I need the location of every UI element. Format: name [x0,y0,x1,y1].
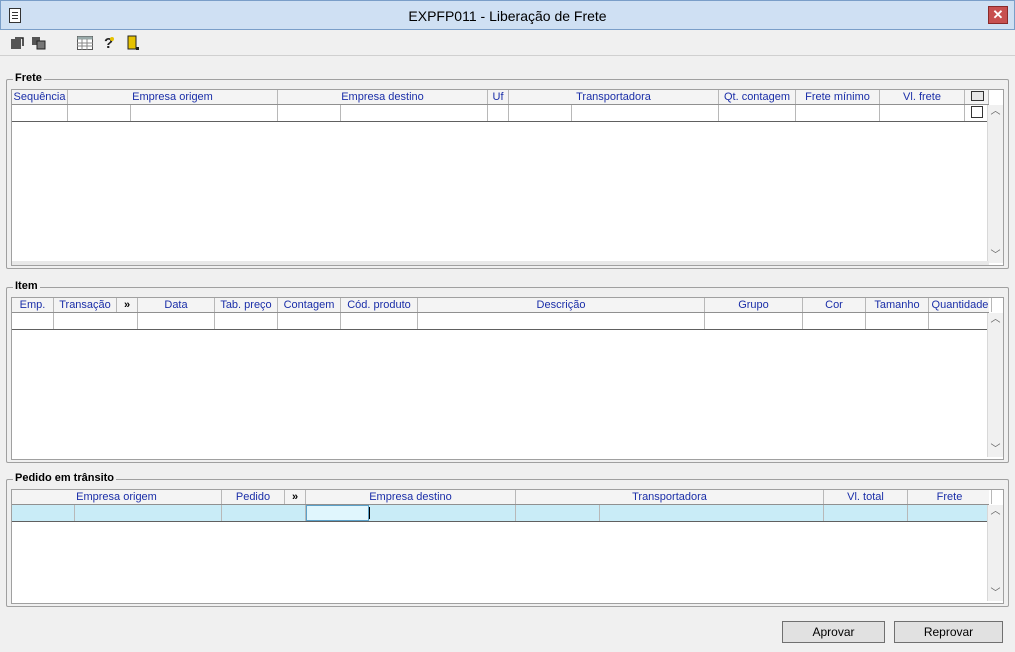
item-row[interactable] [12,313,989,330]
frete-row[interactable] [12,105,989,122]
item-title: Item [13,280,40,292]
col-emp[interactable]: Emp. [12,298,54,312]
item-grid: Emp. Transação » Data Tab. preço Contage… [11,297,1004,460]
pedido-title: Pedido em trânsito [13,472,117,484]
col-tab-preco[interactable]: Tab. preço [215,298,278,312]
pedido-group: Pedido em trânsito Empresa origem Pedido… [6,472,1009,607]
col-data[interactable]: Data [138,298,215,312]
col-transportadora[interactable]: Transportadora [516,490,824,504]
pedido-header: Empresa origem Pedido » Empresa destino … [12,490,992,505]
approve-label: Aprovar [812,625,855,639]
title-bar: EXPFP011 - Liberação de Frete ✕ [0,0,1015,30]
frete-vscroll[interactable]: ︿ ﹀ [987,105,1003,263]
col-qt-contagem[interactable]: Qt. contagem [719,90,796,104]
item-vscroll[interactable]: ︿ ﹀ [987,313,1003,457]
col-vl-frete[interactable]: Vl. frete [880,90,965,104]
col-sequencia[interactable]: Sequência [12,90,68,104]
item-header: Emp. Transação » Data Tab. preço Contage… [12,298,992,313]
item-group: Item Emp. Transação » Data Tab. preço Co… [6,280,1009,463]
expand-icon[interactable]: » [117,298,138,312]
col-cod-produto[interactable]: Cód. produto [341,298,418,312]
col-cor[interactable]: Cor [803,298,866,312]
scroll-up-icon[interactable]: ︿ [988,105,1003,119]
exit-door-icon[interactable] [124,34,142,52]
frete-hscroll[interactable] [12,261,989,265]
frete-group: Frete Sequência Empresa origem Empresa d… [6,72,1009,269]
col-grupo[interactable]: Grupo [705,298,803,312]
help-icon[interactable]: ? [100,34,118,52]
col-descricao[interactable]: Descrição [418,298,705,312]
frete-title: Frete [13,72,44,84]
col-empresa-origem[interactable]: Empresa origem [12,490,222,504]
window-title: EXPFP011 - Liberação de Frete [408,8,607,24]
col-empresa-destino[interactable]: Empresa destino [278,90,488,104]
approve-button[interactable]: Aprovar [782,621,885,643]
scroll-down-icon[interactable]: ﹀ [988,443,1003,457]
pedido-grid: Empresa origem Pedido » Empresa destino … [11,489,1004,604]
col-quantidade[interactable]: Quantidade [929,298,992,312]
close-button[interactable]: ✕ [988,6,1008,24]
scroll-down-icon[interactable]: ﹀ [988,587,1003,601]
col-contagem[interactable]: Contagem [278,298,341,312]
scroll-up-icon[interactable]: ︿ [988,505,1003,519]
toolbar: ? [0,30,1015,56]
expand-icon[interactable]: » [285,490,306,504]
frete-header: Sequência Empresa origem Empresa destino… [12,90,989,105]
scroll-down-icon[interactable]: ﹀ [988,249,1003,263]
pedido-vscroll[interactable]: ︿ ﹀ [987,505,1003,601]
col-vl-total[interactable]: Vl. total [824,490,908,504]
frete-grid: Sequência Empresa origem Empresa destino… [11,89,1004,266]
reject-button[interactable]: Reprovar [894,621,1003,643]
col-uf[interactable]: Uf [488,90,509,104]
col-transportadora[interactable]: Transportadora [509,90,719,104]
col-empresa-destino[interactable]: Empresa destino [306,490,516,504]
active-cell[interactable] [306,505,369,521]
text-cursor [369,507,370,519]
col-frete[interactable]: Frete [908,490,992,504]
table-icon[interactable] [76,34,94,52]
col-transacao[interactable]: Transação [54,298,117,312]
pedido-row-selected[interactable] [12,505,989,522]
scroll-up-icon[interactable]: ︿ [988,313,1003,327]
col-empresa-origem[interactable]: Empresa origem [68,90,278,104]
copy-icon[interactable] [30,34,48,52]
col-tamanho[interactable]: Tamanho [866,298,929,312]
reject-label: Reprovar [923,625,974,639]
col-pedido[interactable]: Pedido [222,490,285,504]
export-icon[interactable] [8,34,26,52]
select-all-checkbox[interactable] [965,90,989,104]
row-checkbox[interactable] [971,106,983,118]
col-frete-minimo[interactable]: Frete mínimo [796,90,880,104]
